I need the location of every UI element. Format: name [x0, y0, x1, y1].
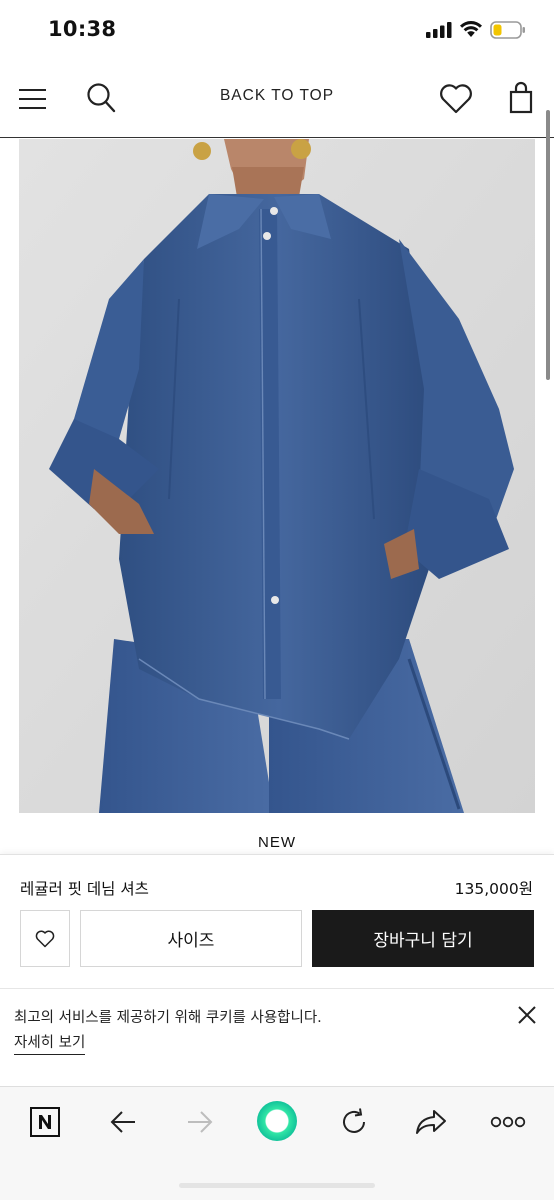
cookie-notice-text: 최고의 서비스를 제공하기 위해 쿠키를 사용합니다.	[14, 1010, 322, 1026]
close-icon[interactable]	[515, 1003, 539, 1027]
search-icon[interactable]	[86, 82, 116, 114]
product-purchase-panel: 레귤러 핏 데님 셔츠 135,000원 사이즈 장바구니 담기 최고의 서비스…	[0, 854, 554, 1086]
page: 10:38 BACK TO TOP NEW 레귤러 핏 데님 셔츠 135,00…	[0, 0, 554, 1200]
scrollbar-thumb[interactable]	[546, 110, 550, 380]
battery-icon	[490, 21, 525, 39]
back-to-top-link[interactable]: BACK TO TOP	[200, 87, 354, 105]
menu-icon[interactable]	[18, 84, 48, 114]
add-to-cart-button[interactable]: 장바구니 담기	[312, 910, 534, 967]
size-select-button[interactable]: 사이즈	[80, 910, 302, 967]
browser-toolbar	[0, 1086, 554, 1200]
naver-home-button[interactable]	[23, 1105, 67, 1139]
naver-n-icon	[30, 1107, 60, 1137]
new-badge: NEW	[258, 834, 296, 851]
status-time: 10:38	[48, 17, 117, 41]
shopping-bag-icon[interactable]	[506, 80, 536, 114]
denim-shirt-illustration	[19, 139, 535, 813]
share-arrow-icon	[416, 1110, 446, 1134]
status-bar: 10:38	[0, 0, 554, 62]
back-button[interactable]	[101, 1105, 145, 1139]
product-image[interactable]	[19, 139, 535, 813]
cookie-details-link[interactable]: 자세히 보기	[14, 1031, 86, 1055]
heart-icon[interactable]	[439, 84, 473, 114]
site-header: BACK TO TOP	[0, 62, 554, 138]
add-to-wishlist-button[interactable]	[20, 910, 70, 967]
product-name: 레귤러 핏 데님 셔츠	[20, 880, 149, 898]
product-price: 135,000원	[454, 880, 533, 898]
green-dot-button[interactable]	[255, 1099, 299, 1143]
refresh-button[interactable]	[332, 1105, 376, 1139]
green-dot-icon	[257, 1101, 297, 1141]
heart-icon	[35, 930, 55, 947]
arrow-right-icon	[188, 1111, 213, 1133]
refresh-icon	[343, 1108, 365, 1133]
more-dots-icon	[490, 1116, 526, 1128]
arrow-left-icon	[110, 1111, 135, 1133]
forward-button[interactable]	[178, 1105, 222, 1139]
home-indicator[interactable]	[179, 1183, 375, 1188]
share-button[interactable]	[409, 1105, 453, 1139]
wifi-icon	[460, 21, 482, 37]
divider	[0, 988, 554, 989]
more-options-button[interactable]	[486, 1105, 530, 1139]
cellular-signal-icon	[426, 22, 452, 38]
